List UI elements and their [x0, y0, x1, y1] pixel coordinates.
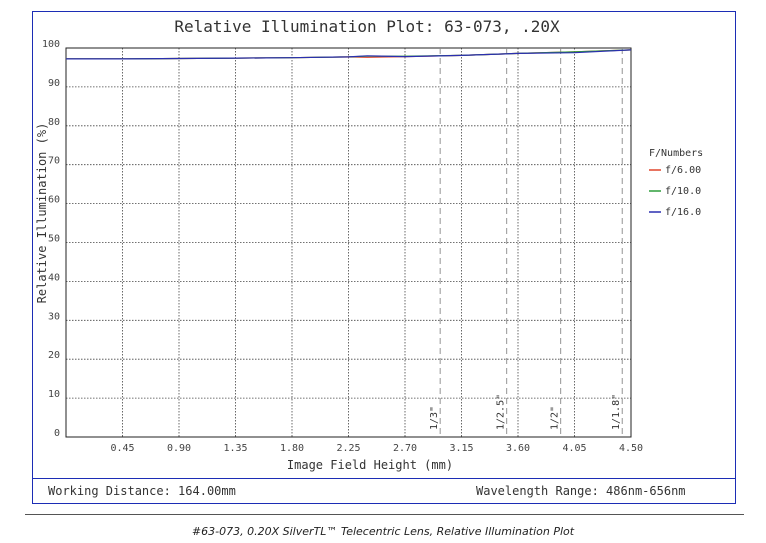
working-distance-text: Working Distance: 164.00mm — [48, 484, 236, 498]
bottom-rule — [25, 514, 744, 515]
footer-divider — [32, 478, 736, 479]
chart-frame — [32, 11, 736, 504]
wavelength-range-text: Wavelength Range: 486nm-656nm — [476, 484, 686, 498]
figure-caption: #63-073, 0.20X SilverTL™ Telecentric Len… — [191, 525, 575, 538]
